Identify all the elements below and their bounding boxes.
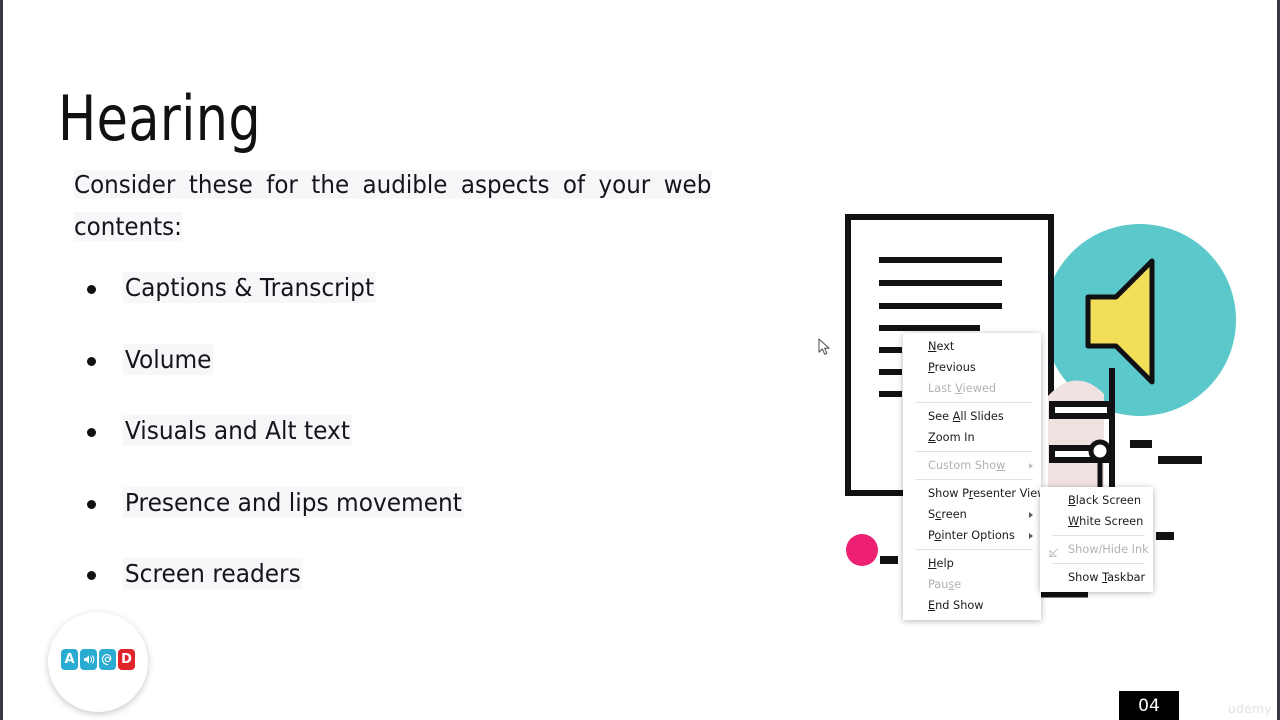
chevron-right-icon (1029, 462, 1033, 469)
menu-separator (1052, 535, 1145, 536)
bullet-dot-icon (87, 356, 96, 366)
menu-item-screen[interactable]: Screen (903, 504, 1041, 525)
list-item: Volume (84, 343, 724, 416)
menu-separator (915, 479, 1033, 480)
menu-item-custom-show: Custom Show (903, 455, 1041, 476)
udemy-watermark: udemy (1227, 701, 1272, 716)
bullet-label: Captions & Transcript (123, 272, 376, 303)
chevron-right-icon (1029, 511, 1033, 518)
bullet-label: Visuals and Alt text (123, 415, 352, 446)
bullet-label: Volume (123, 343, 214, 375)
bullet-dot-icon (87, 571, 96, 580)
submenu-item-white-screen[interactable]: White Screen (1040, 511, 1153, 532)
list-item: Screen readers (84, 558, 724, 630)
ink-crossed-icon (1048, 544, 1059, 558)
spiral-icon (99, 649, 116, 670)
bullet-list: Captions & Transcript Volume Visuals and… (84, 272, 724, 630)
menu-item-help[interactable]: Help (903, 553, 1041, 574)
menu-item-zoom-in[interactable]: Zoom In (903, 427, 1041, 448)
submenu-item-black-screen[interactable]: Black Screen (1040, 490, 1153, 511)
submenu-item-show-taskbar[interactable]: Show Taskbar (1040, 567, 1153, 588)
list-item: Visuals and Alt text (84, 415, 724, 487)
menu-item-show-presenter-view[interactable]: Show Presenter View (903, 483, 1046, 504)
menu-separator (915, 451, 1033, 452)
mouse-cursor (818, 338, 832, 357)
list-item: Captions & Transcript (84, 272, 724, 344)
brand-logo-badge: A D · · · · · · · · · · · · · · · · · · … (48, 612, 148, 712)
menu-item-next[interactable]: Next (903, 336, 1041, 357)
bullet-dot-icon (87, 428, 96, 437)
menu-item-previous[interactable]: Previous (903, 357, 1041, 378)
submenu-item-show-hide-ink: Show/Hide Ink (1040, 539, 1153, 560)
menu-item-end-show[interactable]: End Show (903, 595, 1041, 616)
menu-separator (915, 402, 1033, 403)
chevron-right-icon (1029, 532, 1033, 539)
menu-item-pause: Pause (928, 578, 962, 591)
pink-dot-decoration (846, 534, 878, 566)
speaker-icon (80, 649, 97, 670)
menu-separator (915, 549, 1033, 550)
logo-subtitle: · · · · · · · · · · · · · · · · · · · · (68, 672, 128, 675)
logo-tile-letter-a: A (61, 649, 78, 670)
bullet-dot-icon (87, 499, 96, 509)
bullet-label: Screen readers (123, 558, 303, 589)
bullet-dot-icon (87, 285, 96, 294)
bullet-label: Presence and lips movement (123, 486, 464, 518)
menu-item-last-viewed: Last Viewed (928, 382, 997, 395)
page-number-badge: 04 (1119, 691, 1179, 720)
logo-tile-letter-d: D (118, 649, 135, 670)
presentation-slide: Hearing Consider these for the audible a… (0, 0, 1280, 720)
menu-item-see-all-slides[interactable]: See All Slides (903, 406, 1041, 427)
list-item: Presence and lips movement (84, 486, 724, 559)
menu-separator (1052, 563, 1145, 564)
slide-left-edge (0, 0, 3, 720)
slideshow-context-menu[interactable]: Next Previous Last Viewed See All Slides… (903, 333, 1046, 620)
logo-tiles: A D (61, 649, 135, 670)
slide-intro-highlight: Consider these for the audible aspects o… (74, 170, 712, 241)
slide-intro-text: Consider these for the audible aspects o… (74, 164, 712, 248)
screen-submenu[interactable]: Black Screen White Screen Show/Hide Ink … (1040, 487, 1153, 592)
slide-title: Hearing (58, 82, 262, 155)
menu-item-pointer-options[interactable]: Pointer Options (903, 525, 1041, 546)
